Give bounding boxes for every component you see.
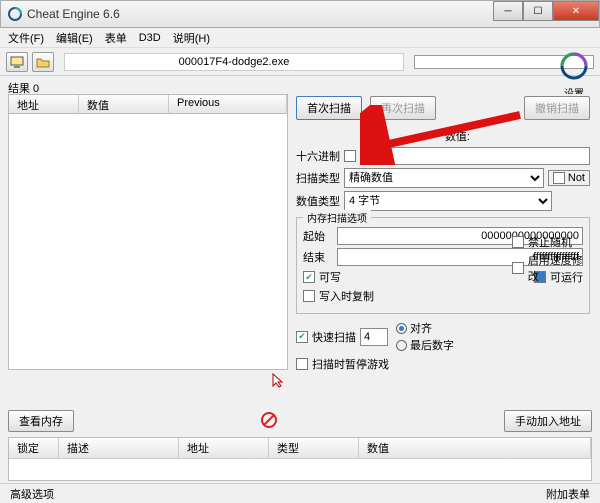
results-body[interactable] <box>8 114 288 370</box>
menu-d3d[interactable]: D3D <box>139 32 161 44</box>
menu-file[interactable]: 文件(F) <box>8 30 44 46</box>
maximize-button[interactable]: ☐ <box>523 1 553 21</box>
scan-options-pane: 首次扫描 再次扫描 撤销扫描 数值: 十六进制 扫描类型 精确数值 Not 数值… <box>294 94 592 393</box>
value-type-select[interactable]: 4 字节 <box>344 191 552 211</box>
last-digits-radio[interactable] <box>396 340 407 351</box>
value-label: 数值: <box>445 128 470 144</box>
cow-checkbox[interactable] <box>303 290 315 302</box>
menu-help[interactable]: 说明(H) <box>173 30 210 46</box>
table-extras[interactable]: 附加表单 <box>546 486 590 502</box>
writable-checkbox[interactable] <box>303 271 315 283</box>
bcol-value[interactable]: 数值 <box>359 438 591 458</box>
menu-table[interactable]: 表单 <box>105 30 127 46</box>
speedhack-checkbox[interactable] <box>512 262 524 274</box>
last-digits-label: 最后数字 <box>410 337 454 353</box>
pause-checkbox[interactable] <box>296 358 308 370</box>
menu-edit[interactable]: 编辑(E) <box>56 30 93 46</box>
no-random-checkbox[interactable] <box>512 236 524 248</box>
no-entry-icon[interactable] <box>260 411 278 432</box>
results-pane: 地址 数值 Previous <box>8 94 288 393</box>
scan-type-select[interactable]: 精确数值 <box>344 168 544 188</box>
start-label: 起始 <box>303 228 333 244</box>
advanced-options[interactable]: 高级选项 <box>10 486 54 502</box>
col-value[interactable]: 数值 <box>79 95 169 113</box>
folder-icon <box>36 55 50 69</box>
window-title: Cheat Engine 6.6 <box>27 7 120 21</box>
address-list[interactable]: 锁定 描述 地址 类型 数值 <box>8 437 592 481</box>
memory-scan-label: 内存扫描选项 <box>303 210 371 225</box>
stop-label: 结束 <box>303 249 333 265</box>
align-label: 对齐 <box>410 320 432 336</box>
value-input[interactable] <box>360 147 590 165</box>
minimize-button[interactable]: ─ <box>493 1 523 21</box>
not-checkbox[interactable] <box>553 172 565 184</box>
next-scan-button: 再次扫描 <box>370 96 436 120</box>
undo-scan-button: 撤销扫描 <box>524 96 590 120</box>
address-list-header: 锁定 描述 地址 类型 数值 <box>9 438 591 459</box>
bcol-type[interactable]: 类型 <box>269 438 359 458</box>
pause-label: 扫描时暂停游戏 <box>312 356 389 372</box>
add-address-button[interactable]: 手动加入地址 <box>504 410 592 432</box>
statusbar: 高级选项 附加表单 <box>0 483 600 503</box>
col-previous[interactable]: Previous <box>169 95 287 113</box>
open-process-button[interactable] <box>6 52 28 72</box>
computer-icon <box>10 55 24 69</box>
value-type-label: 数值类型 <box>296 193 340 209</box>
open-file-button[interactable] <box>32 52 54 72</box>
titlebar: Cheat Engine 6.6 ─ ☐ ✕ <box>0 0 600 28</box>
fast-scan-label: 快速扫描 <box>312 329 356 345</box>
first-scan-button[interactable]: 首次扫描 <box>296 96 362 120</box>
pointer-icon[interactable] <box>270 372 286 391</box>
mid-toolbar: 查看内存 手动加入地址 <box>8 409 592 433</box>
app-icon <box>7 6 23 22</box>
no-random-label: 禁止随机 <box>528 234 572 250</box>
not-label: Not <box>568 172 585 184</box>
hex-checkbox[interactable] <box>344 150 356 162</box>
align-radio[interactable] <box>396 323 407 334</box>
settings-logo[interactable]: 设置 <box>556 50 592 100</box>
fast-scan-checkbox[interactable] <box>296 331 308 343</box>
scan-type-label: 扫描类型 <box>296 170 340 186</box>
menubar: 文件(F) 编辑(E) 表单 D3D 说明(H) <box>0 28 600 48</box>
close-button[interactable]: ✕ <box>553 1 599 21</box>
bcol-lock[interactable]: 锁定 <box>9 438 59 458</box>
cow-label: 写入时复制 <box>319 288 374 304</box>
bcol-addr[interactable]: 地址 <box>179 438 269 458</box>
process-name: 000017F4-dodge2.exe <box>64 53 404 71</box>
ce-logo-icon <box>558 50 590 82</box>
toolbar: 000017F4-dodge2.exe <box>0 48 600 76</box>
fast-scan-value[interactable] <box>360 328 388 346</box>
results-header: 地址 数值 Previous <box>8 94 288 114</box>
view-memory-button[interactable]: 查看内存 <box>8 410 74 432</box>
bcol-desc[interactable]: 描述 <box>59 438 179 458</box>
col-address[interactable]: 地址 <box>9 95 79 113</box>
speedhack-label: 启用速度修改 <box>528 252 592 284</box>
writable-label: 可写 <box>319 269 341 285</box>
hex-label: 十六进制 <box>296 148 340 164</box>
